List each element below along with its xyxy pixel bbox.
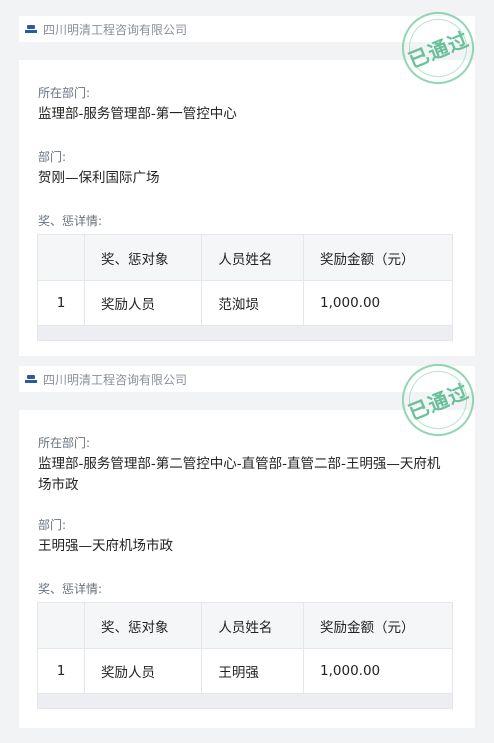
dept-label: 所在部门:	[38, 436, 91, 450]
approval-card: 所在部门: 监理部-服务管理部-第二管控中心-直管部-直管二部-王明强—天府机场…	[19, 410, 475, 728]
company-logo-icon	[25, 24, 37, 34]
sub-dept-label: 部门:	[38, 518, 67, 532]
table-row: 1 奖励人员 王明强 1,000.00	[37, 648, 453, 694]
cell-amount: 1,000.00	[303, 648, 453, 694]
table-footer	[37, 693, 453, 709]
dept-label: 所在部门:	[38, 86, 91, 100]
company-name: 四川明清工程咨询有限公司	[43, 372, 188, 387]
table-row: 1 奖励人员 范洳埙 1,000.00	[37, 280, 453, 326]
col-header-name: 人员姓名	[201, 234, 305, 281]
details-table: 奖、惩对象 人员姓名 奖励金额（元） 1 奖励人员 范洳埙 1,000.00	[37, 234, 453, 341]
stamp-text: 已通过	[404, 378, 473, 425]
table-header-row: 奖、惩对象 人员姓名 奖励金额（元）	[37, 602, 453, 649]
approval-card: 所在部门: 监理部-服务管理部-第一管控中心 部门: 贺刚—保利国际广场 奖、惩…	[19, 60, 475, 356]
cell-name: 范洳埙	[201, 280, 305, 326]
cell-index: 1	[37, 648, 85, 694]
col-header-target: 奖、惩对象	[83, 602, 203, 649]
col-header-target: 奖、惩对象	[83, 234, 203, 281]
cell-name: 王明强	[201, 648, 305, 694]
sub-dept-value: 贺刚—保利国际广场	[38, 170, 160, 186]
company-logo-icon	[25, 374, 37, 384]
details-label: 奖、惩详情:	[38, 582, 103, 596]
cell-amount: 1,000.00	[303, 280, 453, 326]
col-header-index	[37, 602, 85, 649]
table-header-row: 奖、惩对象 人员姓名 奖励金额（元）	[37, 234, 453, 281]
cell-target: 奖励人员	[83, 280, 203, 326]
sub-dept-label: 部门:	[38, 150, 67, 164]
cell-target: 奖励人员	[83, 648, 203, 694]
col-header-index	[37, 234, 85, 281]
table-footer	[37, 325, 453, 341]
dept-value: 监理部-服务管理部-第一管控中心	[38, 106, 237, 122]
details-label: 奖、惩详情:	[38, 214, 103, 228]
sub-dept-value: 王明强—天府机场市政	[38, 538, 173, 554]
details-table: 奖、惩对象 人员姓名 奖励金额（元） 1 奖励人员 王明强 1,000.00	[37, 602, 453, 709]
col-header-amount: 奖励金额（元）	[303, 602, 453, 649]
col-header-name: 人员姓名	[201, 602, 305, 649]
col-header-amount: 奖励金额（元）	[303, 234, 453, 281]
company-name: 四川明清工程咨询有限公司	[43, 22, 188, 37]
dept-value: 监理部-服务管理部-第二管控中心-直管部-直管二部-王明强—天府机场市政	[38, 456, 441, 493]
stamp-text: 已通过	[404, 26, 473, 73]
cell-index: 1	[37, 280, 85, 326]
